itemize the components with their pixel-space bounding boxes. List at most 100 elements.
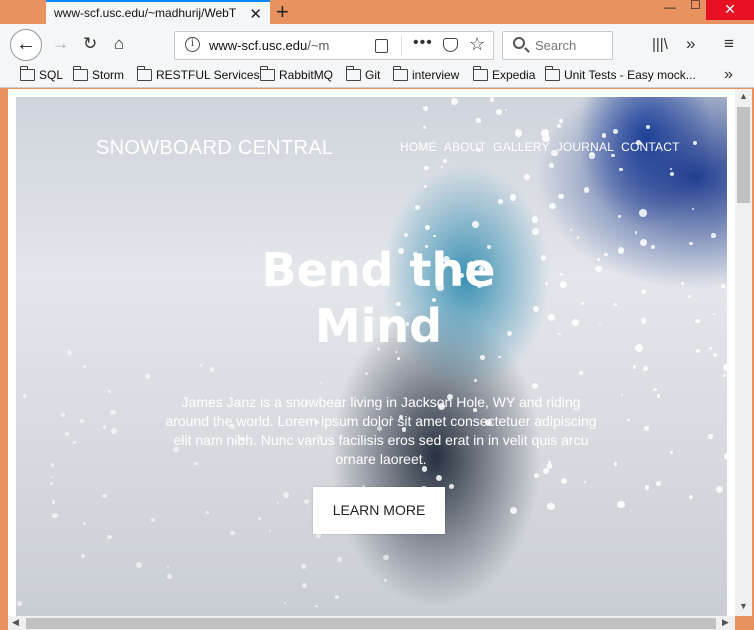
snow-flake <box>570 229 573 232</box>
snow-flake <box>611 154 615 158</box>
bookmark-label: Storm <box>92 68 125 82</box>
snow-flake <box>497 198 504 205</box>
site-brand[interactable]: SNOWBOARD CENTRAL <box>96 137 333 160</box>
nav-gallery[interactable]: GALLERY <box>493 140 550 154</box>
learn-more-button[interactable]: LEARN MORE <box>313 487 445 534</box>
snow-flake <box>541 128 550 137</box>
snow-flake <box>509 194 517 201</box>
snow-flake <box>620 394 623 397</box>
page-actions-icon[interactable]: ••• <box>413 34 433 52</box>
snow-flake <box>639 209 648 217</box>
bookmark-star-icon[interactable]: ☆ <box>469 34 485 55</box>
snow-flake <box>498 355 501 358</box>
nav-home[interactable]: HOME <box>400 140 437 154</box>
snow-flake <box>656 394 661 398</box>
snow-flake <box>335 595 339 599</box>
horizontal-scroll-thumb[interactable] <box>26 618 716 629</box>
overflow-icon[interactable]: » <box>686 34 695 54</box>
bookmark-expedia[interactable]: Expedia <box>473 66 535 82</box>
snow-flake <box>230 530 235 536</box>
vertical-scroll-thumb[interactable] <box>737 107 750 203</box>
snow-flake <box>166 565 169 569</box>
snow-flake <box>722 373 726 377</box>
snow-flake <box>441 166 444 169</box>
browser-tab[interactable]: www-scf.usc.edu/~madhurij/WebT ✕ <box>46 0 270 24</box>
snow-flake <box>645 125 651 130</box>
folder-icon <box>473 66 488 81</box>
snow-flake <box>557 123 562 129</box>
scroll-up-icon[interactable]: ▲ <box>739 91 748 101</box>
bookmark-interview[interactable]: interview <box>393 66 459 82</box>
bookmark-unit-tests[interactable]: Unit Tests - Easy mock... <box>545 66 696 82</box>
snow-flake <box>548 162 554 168</box>
snow-flake <box>17 601 22 606</box>
pocket-icon[interactable] <box>443 38 458 52</box>
maximize-icon[interactable]: ☐ <box>690 0 701 14</box>
forward-icon[interactable]: → <box>52 34 69 54</box>
snow-flake <box>691 208 694 211</box>
snow-flake <box>414 204 420 210</box>
nav-about[interactable]: ABOUT <box>444 140 486 154</box>
snow-flake <box>579 370 584 376</box>
reader-view-icon[interactable] <box>375 39 388 53</box>
home-icon[interactable]: ⌂ <box>114 34 124 54</box>
snow-flake <box>547 503 555 511</box>
bookmark-restful-services[interactable]: RESTFUL Services <box>137 66 260 82</box>
folder-icon <box>346 66 361 81</box>
snow-flake <box>670 167 673 171</box>
snow-flake <box>715 486 723 494</box>
snow-flake <box>110 428 117 434</box>
bookmark-rabbitmq[interactable]: RabbitMQ <box>260 66 333 82</box>
nav-journal[interactable]: JOURNAL <box>557 140 614 154</box>
vertical-scrollbar[interactable]: ▲ ▼ <box>735 89 752 616</box>
snow-flake <box>108 390 111 393</box>
snow-flake <box>301 564 307 570</box>
snow-flake <box>722 363 727 371</box>
horizontal-scrollbar[interactable]: ◀ ▶ <box>8 616 735 630</box>
bookmark-label: Unit Tests - Easy mock... <box>564 68 696 82</box>
snow-flake <box>319 381 323 385</box>
snow-flake <box>531 216 539 224</box>
back-icon[interactable]: ← <box>10 29 42 61</box>
snow-flake <box>166 574 172 580</box>
bookmarks-toolbar: SQL Storm RESTFUL Services RabbitMQ Git … <box>0 64 754 88</box>
scroll-down-icon[interactable]: ▼ <box>739 601 748 611</box>
menu-icon[interactable]: ≡ <box>724 34 734 54</box>
snow-flake <box>301 582 307 588</box>
bookmark-sql[interactable]: SQL <box>20 66 63 82</box>
snow-flake <box>435 474 442 481</box>
snow-flake <box>365 372 369 375</box>
snow-flake <box>145 374 150 379</box>
close-tab-icon[interactable]: ✕ <box>249 5 262 23</box>
snow-flake <box>284 601 287 604</box>
library-icon[interactable]: |||\ <box>652 36 668 53</box>
snow-flake <box>403 232 409 238</box>
snow-flake <box>102 425 107 429</box>
bookmark-label: RESTFUL Services <box>156 68 260 82</box>
snow-flake <box>617 500 625 508</box>
search-box[interactable]: Search <box>502 31 613 60</box>
url-text[interactable]: www-scf.usc.edu/~m <box>209 38 339 53</box>
url-host: www-scf.usc.edu <box>209 38 308 53</box>
reload-icon[interactable]: ↻ <box>83 34 97 54</box>
snow-flake <box>711 233 716 239</box>
close-window-icon[interactable]: ✕ <box>706 0 754 20</box>
scroll-left-icon[interactable]: ◀ <box>12 617 19 628</box>
snow-flake <box>532 228 540 236</box>
address-bar[interactable]: i www-scf.usc.edu/~m ••• ☆ <box>174 31 494 60</box>
new-tab-icon[interactable]: + <box>276 0 289 25</box>
bookmarks-overflow-icon[interactable]: » <box>724 66 733 84</box>
nav-contact[interactable]: CONTACT <box>621 140 680 154</box>
hero-intro-text: James Janz is a snowbear living in Jacks… <box>165 394 597 467</box>
snow-flake <box>65 431 70 436</box>
info-icon[interactable]: i <box>185 37 200 52</box>
folder-icon <box>73 66 88 81</box>
snow-flake <box>102 494 107 499</box>
bookmark-git[interactable]: Git <box>346 66 380 82</box>
snow-flake <box>496 109 502 115</box>
scroll-right-icon[interactable]: ▶ <box>722 617 729 628</box>
bookmark-storm[interactable]: Storm <box>73 66 125 82</box>
snow-flake <box>724 453 727 460</box>
snow-flake <box>52 512 59 519</box>
minimize-icon[interactable]: — <box>664 0 676 16</box>
